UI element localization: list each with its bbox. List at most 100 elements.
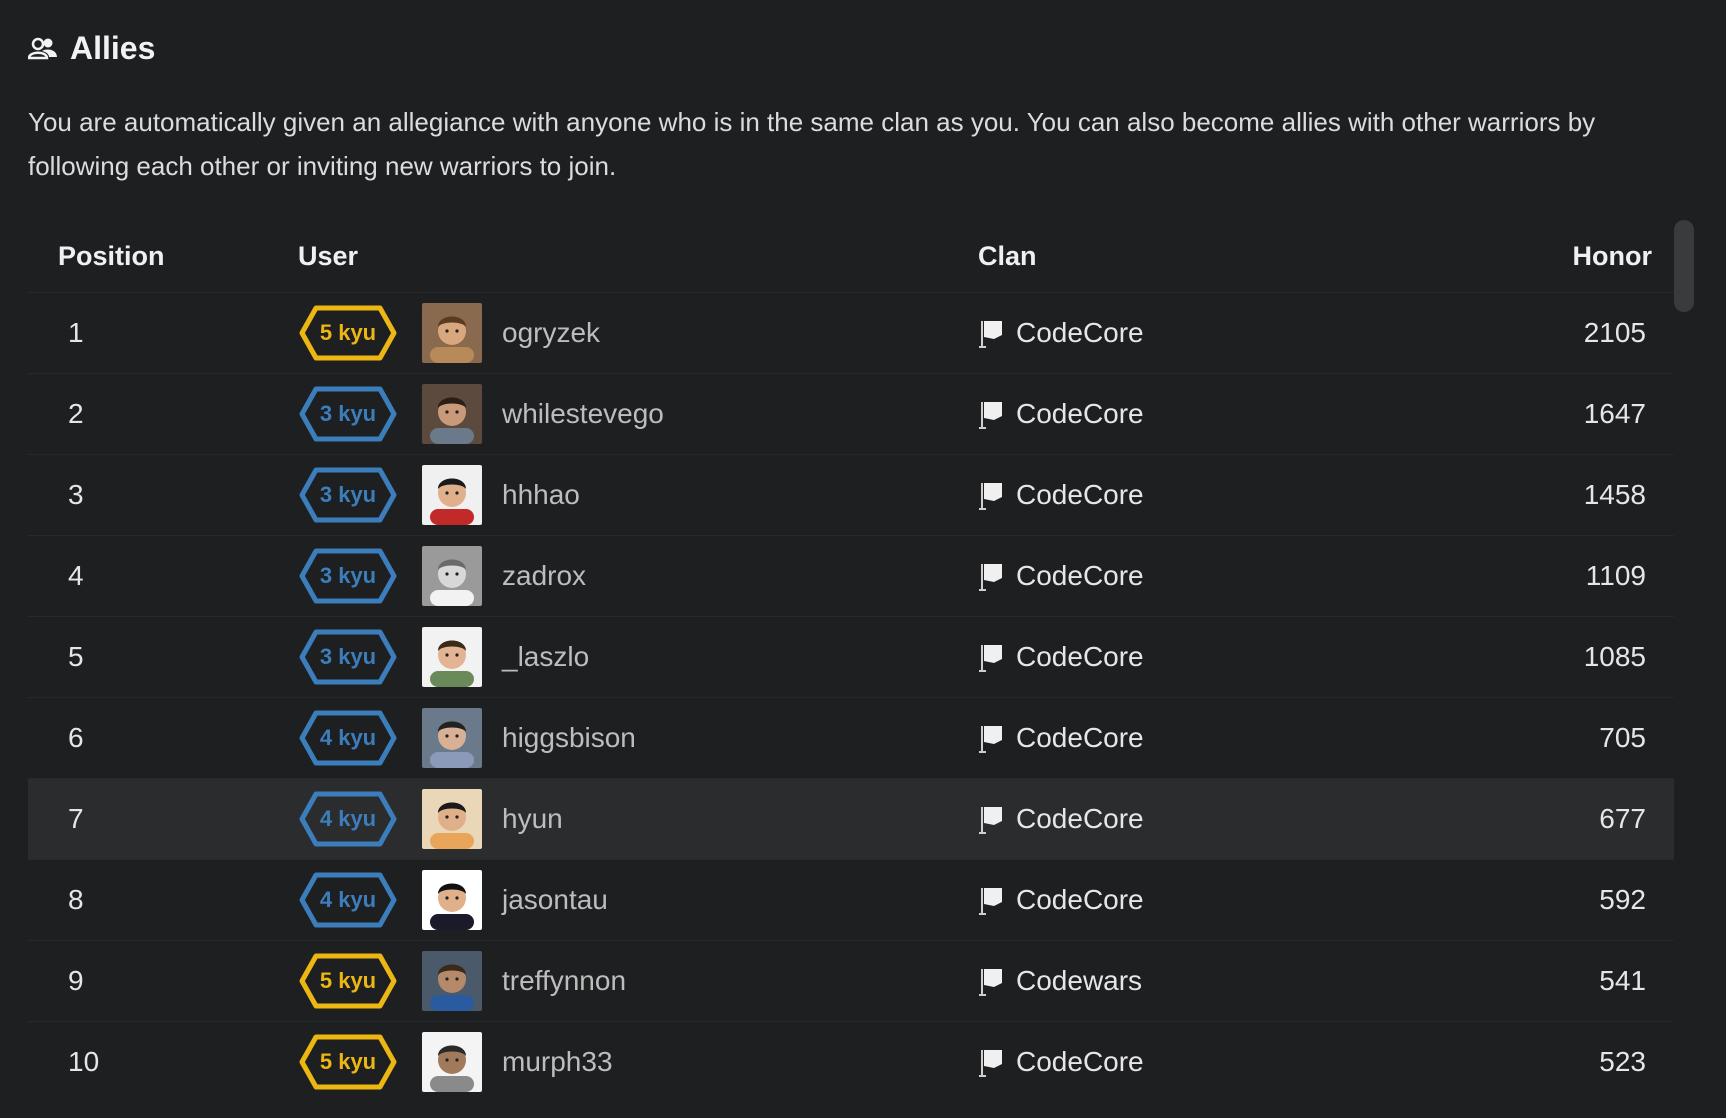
allies-description: You are automatically given an allegianc…: [28, 107, 1596, 181]
rank-badge: 4 kyu: [298, 790, 398, 848]
rank-badge: 3 kyu: [298, 385, 398, 443]
avatar[interactable]: [422, 708, 482, 768]
avatar[interactable]: [422, 627, 482, 687]
honor-cell: 705: [1428, 697, 1674, 779]
flag-icon: [978, 479, 1004, 511]
position-cell: 5: [28, 616, 298, 698]
flag-icon: [978, 560, 1004, 592]
username-link[interactable]: whilestevego: [502, 398, 664, 430]
username-link[interactable]: treffynnon: [502, 965, 626, 997]
position-cell: 7: [28, 778, 298, 860]
allies-table: Position User Clan Honor 1 5 kyu ogryzek Co…: [28, 220, 1674, 1102]
user-cell: 5 kyu treffynnon: [298, 940, 978, 1022]
avatar[interactable]: [422, 1032, 482, 1092]
clan-cell: CodeCore: [978, 616, 1428, 698]
scrollbar-thumb[interactable]: [1674, 220, 1694, 312]
table-row[interactable]: 7 4 kyu hyun CodeCore 677: [28, 778, 1674, 860]
table-row[interactable]: 9 5 kyu treffynnon Codewars 541: [28, 940, 1674, 1022]
table-row[interactable]: 10 5 kyu murph33 CodeCore 523: [28, 1021, 1674, 1102]
clan-cell: CodeCore: [978, 697, 1428, 779]
table-row[interactable]: 2 3 kyu whilestevego CodeCore 1647: [28, 373, 1674, 455]
flag-icon: [978, 1046, 1004, 1078]
position-cell: 3: [28, 454, 298, 536]
honor-cell: 1458: [1428, 454, 1674, 536]
avatar[interactable]: [422, 384, 482, 444]
clan-name[interactable]: CodeCore: [1016, 884, 1144, 916]
table-row[interactable]: 6 4 kyu higgsbison CodeCore 705: [28, 697, 1674, 779]
table-row[interactable]: 4 3 kyu zadrox CodeCore 1109: [28, 535, 1674, 617]
header-honor[interactable]: Honor: [1428, 220, 1674, 293]
clan-cell: CodeCore: [978, 535, 1428, 617]
flag-icon: [978, 722, 1004, 754]
clan-cell: CodeCore: [978, 859, 1428, 941]
position-cell: 9: [28, 940, 298, 1022]
position-cell: 8: [28, 859, 298, 941]
section-title: Allies: [70, 30, 156, 66]
clan-name[interactable]: CodeCore: [1016, 479, 1144, 511]
username-link[interactable]: _laszlo: [502, 641, 589, 673]
rank-label: 5 kyu: [319, 968, 377, 993]
clan-name[interactable]: CodeCore: [1016, 641, 1144, 673]
rank-label: 5 kyu: [319, 1049, 377, 1074]
flag-icon: [978, 884, 1004, 916]
avatar[interactable]: [422, 870, 482, 930]
honor-cell: 2105: [1428, 292, 1674, 374]
rank-label: 4 kyu: [319, 725, 377, 750]
username-link[interactable]: zadrox: [502, 560, 586, 592]
table-header-row: Position User Clan Honor: [28, 220, 1674, 293]
clan-cell: Codewars: [978, 940, 1428, 1022]
avatar[interactable]: [422, 465, 482, 525]
user-cell: 3 kyu hhhao: [298, 454, 978, 536]
honor-cell: 1109: [1428, 535, 1674, 617]
rank-label: 5 kyu: [319, 320, 377, 345]
username-link[interactable]: higgsbison: [502, 722, 636, 754]
user-cell: 4 kyu jasontau: [298, 859, 978, 941]
clan-name[interactable]: Codewars: [1016, 965, 1142, 997]
rank-badge: 4 kyu: [298, 871, 398, 929]
honor-cell: 592: [1428, 859, 1674, 941]
position-cell: 1: [28, 292, 298, 374]
rank-badge: 5 kyu: [298, 1033, 398, 1091]
honor-cell: 1085: [1428, 616, 1674, 698]
rank-badge: 3 kyu: [298, 628, 398, 686]
clan-name[interactable]: CodeCore: [1016, 803, 1144, 835]
header-clan[interactable]: Clan: [978, 220, 1428, 293]
avatar[interactable]: [422, 789, 482, 849]
user-cell: 3 kyu whilestevego: [298, 373, 978, 455]
honor-cell: 541: [1428, 940, 1674, 1022]
user-cell: 3 kyu _laszlo: [298, 616, 978, 698]
allies-table-container: Position User Clan Honor 1 5 kyu ogryzek Co…: [28, 220, 1674, 1102]
clan-name[interactable]: CodeCore: [1016, 722, 1144, 754]
clan-name[interactable]: CodeCore: [1016, 317, 1144, 349]
position-cell: 2: [28, 373, 298, 455]
username-link[interactable]: ogryzek: [502, 317, 600, 349]
clan-name[interactable]: CodeCore: [1016, 560, 1144, 592]
rank-badge: 5 kyu: [298, 952, 398, 1010]
honor-cell: 1647: [1428, 373, 1674, 455]
avatar[interactable]: [422, 303, 482, 363]
header-position[interactable]: Position: [28, 220, 298, 293]
table-row[interactable]: 5 3 kyu _laszlo CodeCore 1085: [28, 616, 1674, 698]
table-row[interactable]: 8 4 kyu jasontau CodeCore 592: [28, 859, 1674, 941]
user-cell: 4 kyu hyun: [298, 778, 978, 860]
clan-name[interactable]: CodeCore: [1016, 1046, 1144, 1078]
clan-cell: CodeCore: [978, 778, 1428, 860]
flag-icon: [978, 803, 1004, 835]
flag-icon: [978, 317, 1004, 349]
rank-badge: 5 kyu: [298, 304, 398, 362]
avatar[interactable]: [422, 951, 482, 1011]
username-link[interactable]: jasontau: [502, 884, 608, 916]
avatar[interactable]: [422, 546, 482, 606]
header-user[interactable]: User: [298, 220, 978, 293]
rank-label: 3 kyu: [319, 401, 377, 426]
username-link[interactable]: murph33: [502, 1046, 613, 1078]
clan-cell: CodeCore: [978, 454, 1428, 536]
table-row[interactable]: 3 3 kyu hhhao CodeCore 1458: [28, 454, 1674, 536]
rank-badge: 3 kyu: [298, 466, 398, 524]
rank-label: 3 kyu: [319, 563, 377, 588]
users-icon: [28, 36, 58, 62]
table-row[interactable]: 1 5 kyu ogryzek CodeCore 2105: [28, 292, 1674, 374]
username-link[interactable]: hhhao: [502, 479, 580, 511]
username-link[interactable]: hyun: [502, 803, 563, 835]
clan-name[interactable]: CodeCore: [1016, 398, 1144, 430]
